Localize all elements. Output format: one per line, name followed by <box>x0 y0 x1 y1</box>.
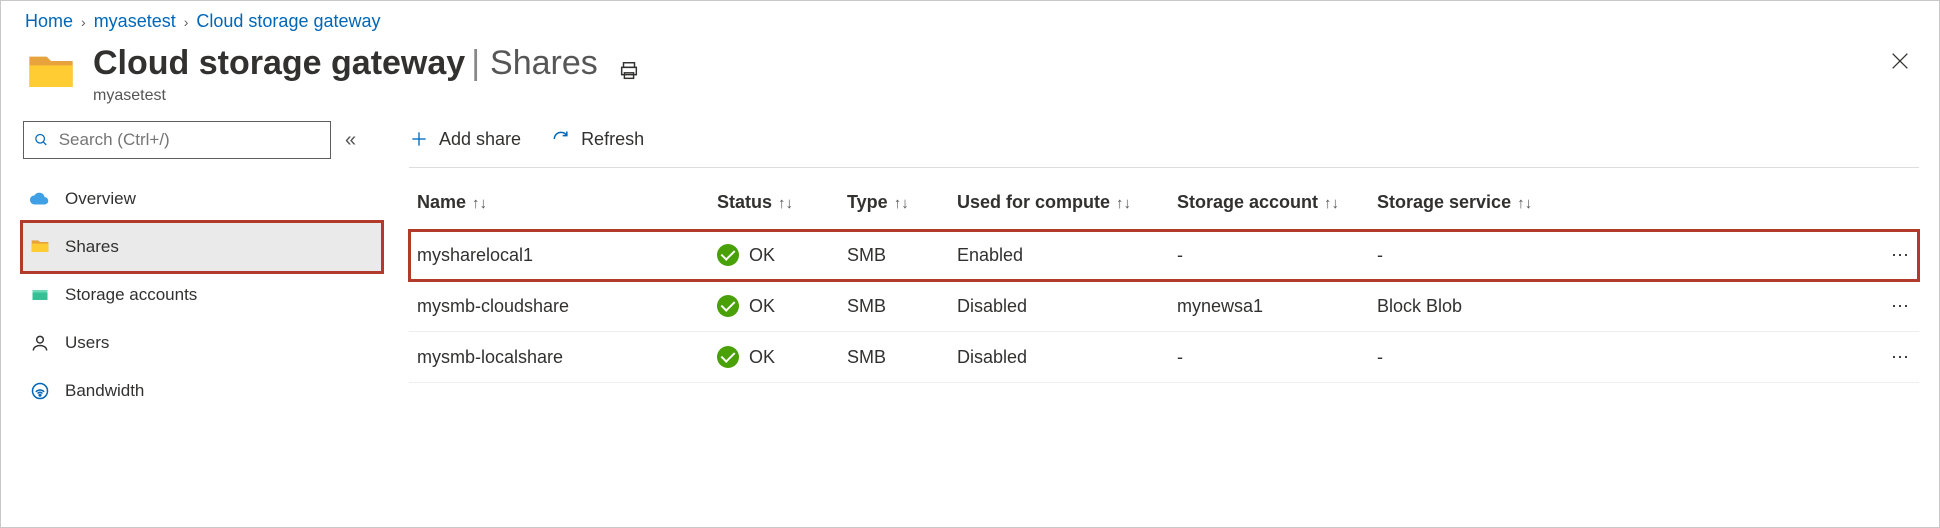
sidebar-item-label: Bandwidth <box>65 381 144 401</box>
col-header-service[interactable]: Storage service↑↓ <box>1369 178 1569 230</box>
cell-type: SMB <box>839 281 949 332</box>
sort-icon: ↑↓ <box>1324 195 1339 212</box>
sort-icon: ↑↓ <box>778 195 793 212</box>
cell-account: mynewsa1 <box>1169 281 1369 332</box>
wifi-icon <box>29 381 51 401</box>
table-row[interactable]: mysmb-localshare OK SMB Disabled - - ⋯ <box>409 332 1919 383</box>
col-header-status[interactable]: Status↑↓ <box>709 178 839 230</box>
row-menu-button[interactable]: ⋯ <box>1569 230 1919 281</box>
table-row[interactable]: mysmb-cloudshare OK SMB Disabled mynewsa… <box>409 281 1919 332</box>
close-icon[interactable] <box>1889 50 1911 77</box>
resource-subtitle: myasetest <box>93 87 640 105</box>
chevron-right-icon: › <box>81 14 86 30</box>
sidebar-item-bandwidth[interactable]: Bandwidth <box>23 367 381 415</box>
status-ok-icon <box>717 295 739 317</box>
cell-type: SMB <box>839 230 949 281</box>
cell-compute: Disabled <box>949 332 1169 383</box>
refresh-label: Refresh <box>581 129 644 150</box>
page-header: Cloud storage gateway | Shares myasetest <box>1 40 1939 115</box>
col-header-account[interactable]: Storage account↑↓ <box>1169 178 1369 230</box>
breadcrumb-home[interactable]: Home <box>25 11 73 32</box>
table-row[interactable]: mysharelocal1 OK SMB Enabled - - ⋯ <box>409 230 1919 281</box>
search-icon <box>34 132 49 148</box>
refresh-icon <box>551 129 571 149</box>
cell-service: - <box>1369 332 1569 383</box>
folder-icon <box>29 237 51 257</box>
sort-icon: ↑↓ <box>472 195 487 212</box>
title-divider: | <box>471 44 480 83</box>
sort-icon: ↑↓ <box>894 195 909 212</box>
plus-icon <box>409 129 429 149</box>
cell-status: OK <box>709 332 839 383</box>
cell-service: Block Blob <box>1369 281 1569 332</box>
sidebar-item-label: Shares <box>65 237 119 257</box>
sidebar-item-label: Storage accounts <box>65 285 197 305</box>
cell-name[interactable]: mysmb-cloudshare <box>409 281 709 332</box>
status-ok-icon <box>717 346 739 368</box>
cell-compute: Disabled <box>949 281 1169 332</box>
sidebar-item-users[interactable]: Users <box>23 319 381 367</box>
cell-compute: Enabled <box>949 230 1169 281</box>
breadcrumb-current[interactable]: Cloud storage gateway <box>196 11 380 32</box>
col-header-name[interactable]: Name↑↓ <box>409 178 709 230</box>
add-share-button[interactable]: Add share <box>409 129 521 150</box>
cell-account: - <box>1169 230 1369 281</box>
cell-status: OK <box>709 230 839 281</box>
search-box[interactable] <box>23 121 331 159</box>
storage-icon <box>29 285 51 305</box>
cell-service: - <box>1369 230 1569 281</box>
col-header-type[interactable]: Type↑↓ <box>839 178 949 230</box>
row-menu-button[interactable]: ⋯ <box>1569 281 1919 332</box>
sidebar-item-storage-accounts[interactable]: Storage accounts <box>23 271 381 319</box>
user-icon <box>29 333 51 353</box>
status-ok-icon <box>717 244 739 266</box>
sidebar-item-label: Overview <box>65 189 136 209</box>
sidebar-item-label: Users <box>65 333 109 353</box>
collapse-sidebar-icon[interactable]: « <box>345 129 356 152</box>
cell-type: SMB <box>839 332 949 383</box>
sidebar-item-overview[interactable]: Overview <box>23 175 381 223</box>
sidebar-item-shares[interactable]: Shares <box>23 223 381 271</box>
search-input[interactable] <box>57 129 320 151</box>
toolbar-divider <box>409 167 1919 168</box>
page-title: Cloud storage gateway <box>93 44 465 83</box>
shares-table: Name↑↓ Status↑↓ Type↑↓ Used for compute↑… <box>409 178 1919 383</box>
chevron-right-icon: › <box>184 14 189 30</box>
page-section: Shares <box>490 44 598 83</box>
col-header-actions <box>1569 178 1919 230</box>
col-header-compute[interactable]: Used for compute↑↓ <box>949 178 1169 230</box>
cell-account: - <box>1169 332 1369 383</box>
cell-status: OK <box>709 281 839 332</box>
refresh-button[interactable]: Refresh <box>551 129 644 150</box>
main-content: Add share Refresh Name↑↓ Status↑↓ Type↑↓… <box>381 115 1939 383</box>
breadcrumb-resource[interactable]: myasetest <box>94 11 176 32</box>
cell-name[interactable]: mysharelocal1 <box>409 230 709 281</box>
sidebar: « Overview Shares Storage accounts Users <box>1 115 381 415</box>
add-share-label: Add share <box>439 129 521 150</box>
sort-icon: ↑↓ <box>1517 195 1532 212</box>
cloud-icon <box>29 188 51 210</box>
cell-name[interactable]: mysmb-localshare <box>409 332 709 383</box>
row-menu-button[interactable]: ⋯ <box>1569 332 1919 383</box>
breadcrumb: Home › myasetest › Cloud storage gateway <box>1 1 1939 40</box>
sort-icon: ↑↓ <box>1116 195 1131 212</box>
print-icon[interactable] <box>618 60 640 87</box>
folder-icon <box>25 48 77 100</box>
